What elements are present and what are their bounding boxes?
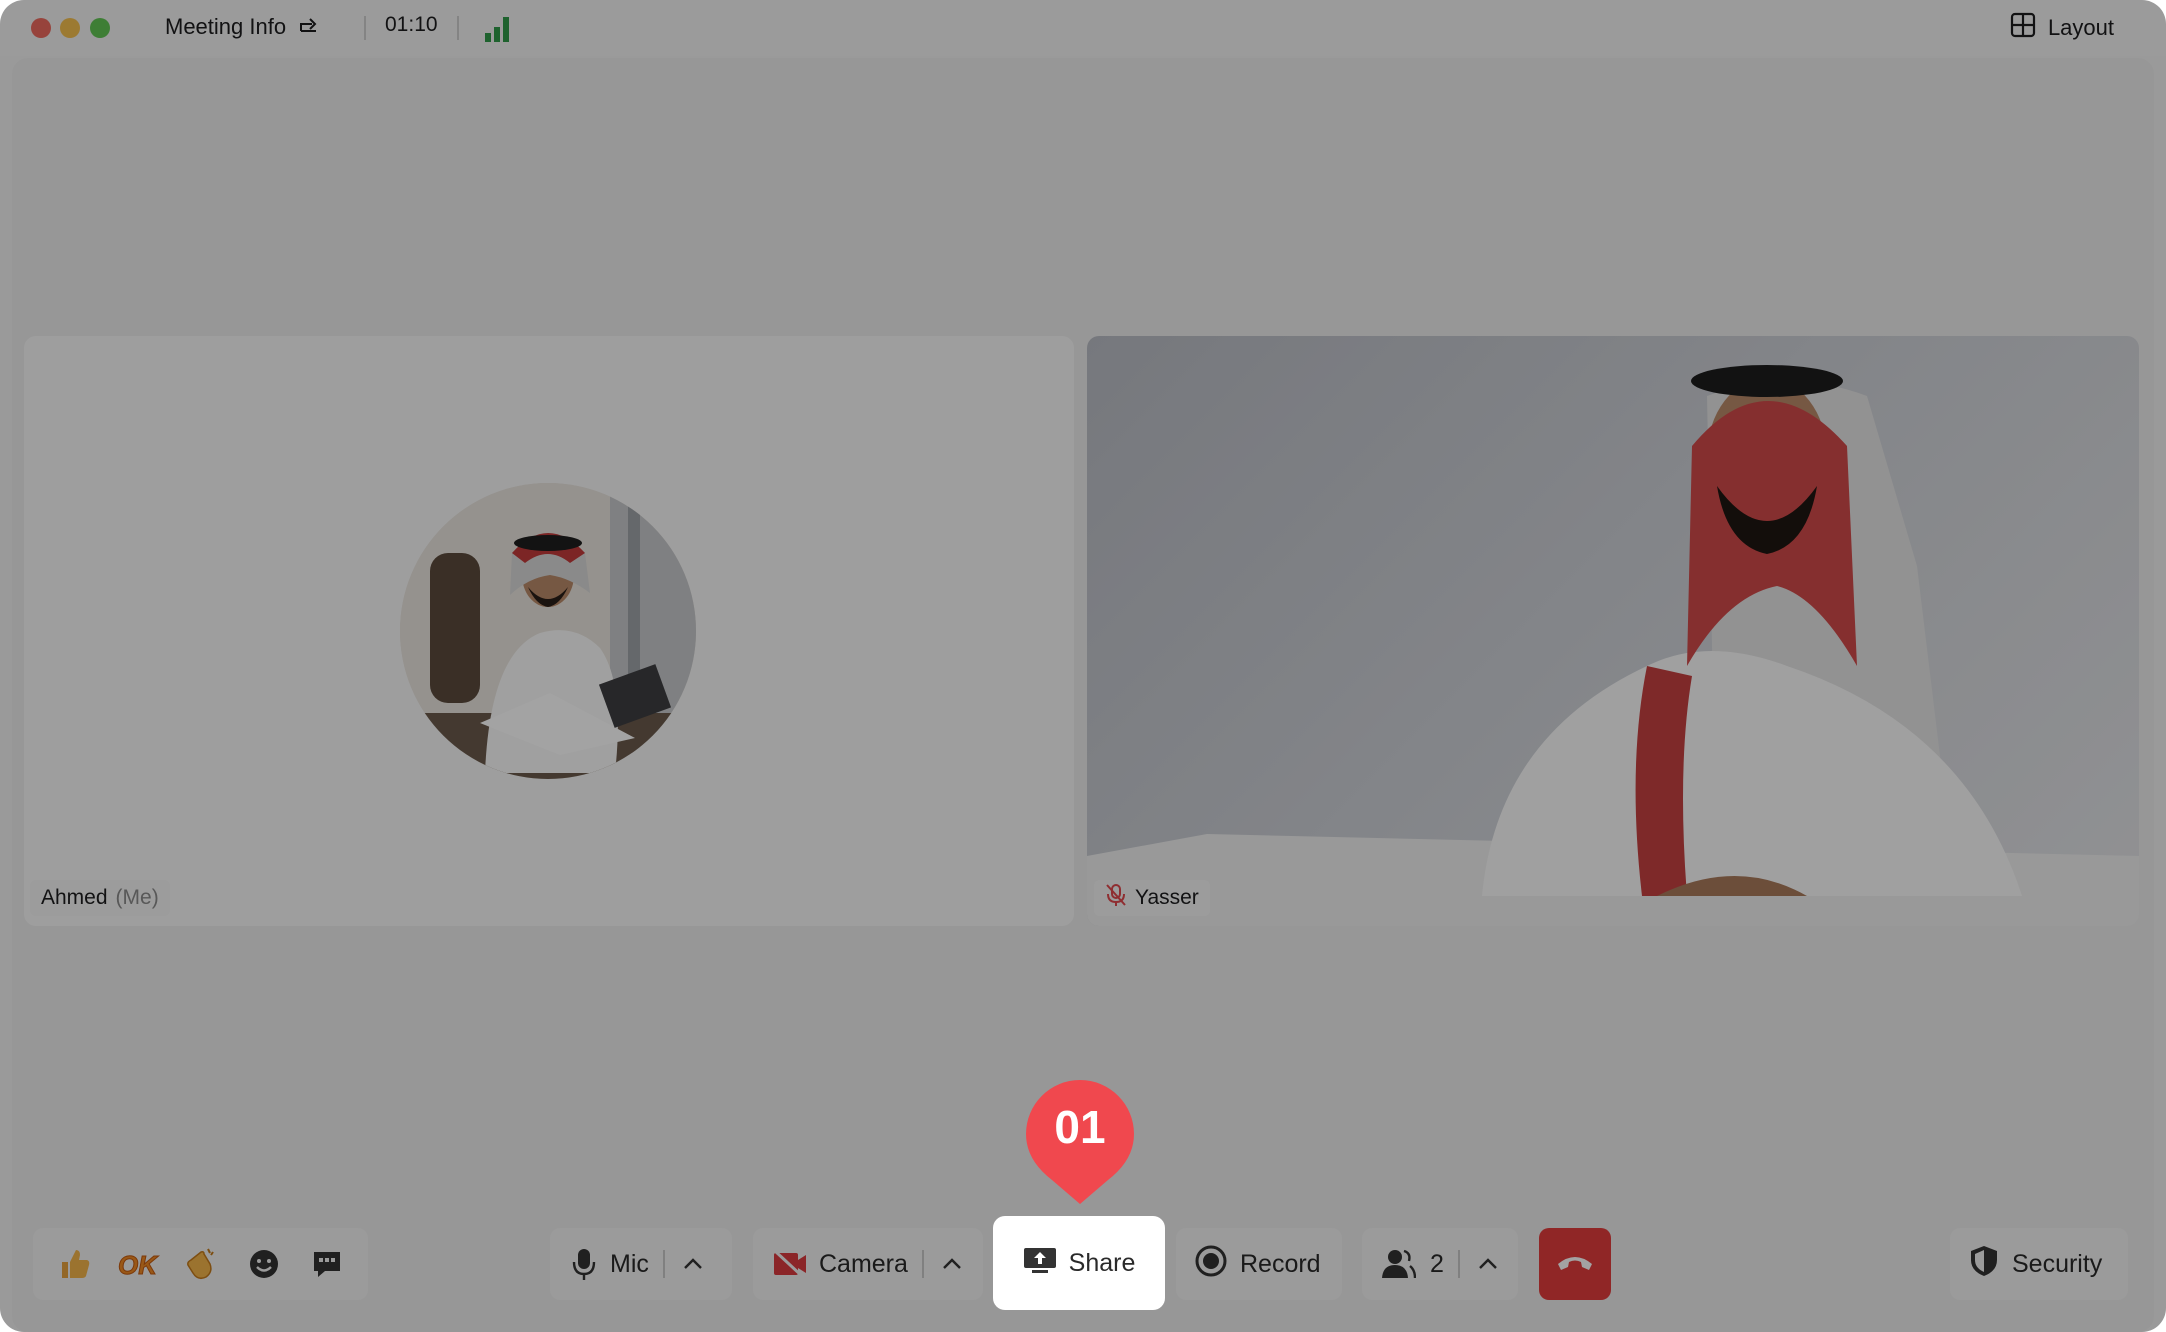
divider: [921, 1250, 924, 1278]
camera-options-chevron-up-icon[interactable]: [938, 1250, 966, 1278]
minimize-window-button[interactable]: [60, 18, 80, 38]
title-bar: Meeting Info 01:10 Layout: [0, 0, 2166, 56]
microphone-icon[interactable]: Mic: [572, 1247, 649, 1281]
divider: [364, 16, 366, 40]
camera-control: Camera: [753, 1228, 983, 1300]
participant-name-tag: Yasser: [1094, 880, 1210, 916]
emoji-icon[interactable]: [242, 1242, 286, 1286]
reactions-bar: OK: [33, 1228, 368, 1300]
record-icon: [1194, 1244, 1228, 1285]
divider: [662, 1250, 665, 1278]
avatar: [400, 483, 696, 779]
participants-button[interactable]: 2: [1382, 1249, 1444, 1279]
share-screen-button-highlighted[interactable]: Share: [993, 1216, 1165, 1310]
shield-icon: [1970, 1245, 1998, 1284]
security-button[interactable]: Security: [1950, 1228, 2128, 1300]
meeting-timer: 01:10: [385, 13, 438, 36]
divider: [1457, 1250, 1460, 1278]
ok-reaction-label: OK: [118, 1250, 159, 1280]
divider: [457, 16, 459, 40]
thumbs-up-icon[interactable]: [53, 1242, 97, 1286]
layout-grid-icon: [2010, 12, 2036, 44]
camera-button[interactable]: Camera: [773, 1250, 908, 1279]
participant-self-suffix: (Me): [115, 886, 159, 909]
share-link-icon: [298, 13, 320, 41]
participant-video: [1087, 365, 2139, 926]
participants-count: 2: [1430, 1249, 1444, 1278]
chat-icon[interactable]: [305, 1242, 349, 1286]
mic-muted-icon: [1105, 883, 1127, 913]
mic-button-label: Mic: [610, 1249, 649, 1278]
participants-options-chevron-up-icon[interactable]: [1474, 1250, 1502, 1278]
layout-button[interactable]: Layout: [2010, 12, 2114, 44]
signal-strength-icon[interactable]: [484, 13, 514, 43]
ok-reaction-button[interactable]: OK: [116, 1242, 160, 1286]
participant-name: Ahmed: [41, 886, 108, 909]
layout-label: Layout: [2047, 15, 2114, 40]
leave-meeting-button[interactable]: [1539, 1228, 1611, 1300]
close-window-button[interactable]: [31, 18, 51, 38]
mic-control: Mic: [550, 1228, 732, 1300]
mic-options-chevron-up-icon[interactable]: [679, 1250, 707, 1278]
meeting-window: Meeting Info 01:10 Layout Ahmed (Me) Yas…: [0, 0, 2166, 1332]
participants-control: 2: [1362, 1228, 1518, 1300]
meeting-info-button[interactable]: Meeting Info: [165, 13, 320, 41]
participant-name: Yasser: [1135, 886, 1199, 909]
meeting-info-label: Meeting Info: [165, 14, 287, 39]
video-tile-yasser[interactable]: Yasser: [1087, 336, 2139, 926]
participant-name-tag: Ahmed (Me): [30, 880, 170, 916]
share-screen-icon: [1023, 1246, 1057, 1281]
camera-button-label: Camera: [819, 1249, 908, 1278]
share-button-label: Share: [1068, 1248, 1136, 1277]
hang-up-phone-icon: [1556, 1252, 1594, 1277]
step-number: 01: [1054, 1101, 1106, 1153]
record-button-label: Record: [1240, 1249, 1321, 1278]
record-button[interactable]: Record: [1176, 1228, 1342, 1300]
zoom-window-button[interactable]: [90, 18, 110, 38]
security-button-label: Security: [2012, 1249, 2103, 1278]
clap-icon[interactable]: [179, 1242, 223, 1286]
